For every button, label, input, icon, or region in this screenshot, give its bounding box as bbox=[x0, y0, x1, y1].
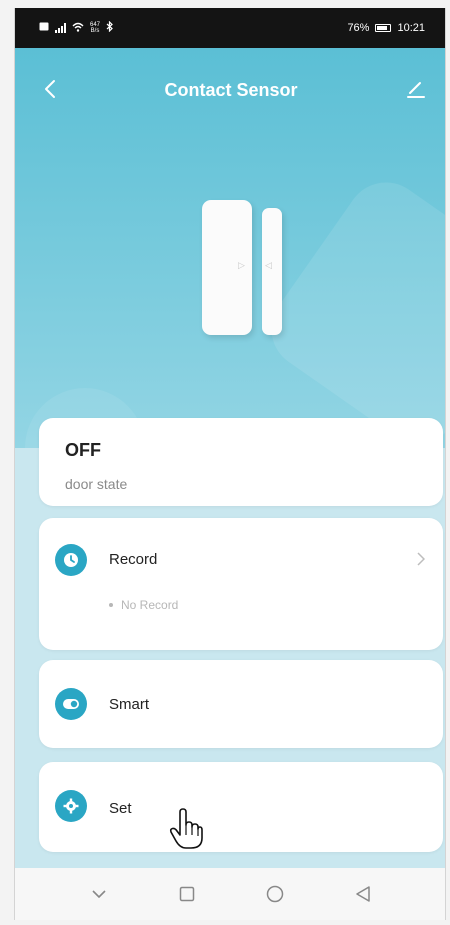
clock-time: 10:21 bbox=[397, 22, 425, 34]
nav-collapse-button[interactable] bbox=[86, 881, 112, 907]
chevron-right-icon bbox=[417, 552, 426, 571]
hand-cursor-icon bbox=[169, 808, 203, 850]
notification-icon bbox=[39, 22, 49, 34]
system-nav-bar bbox=[15, 868, 445, 920]
top-nav-bar: Contact Sensor bbox=[15, 48, 445, 130]
hero-decoration bbox=[255, 166, 445, 448]
battery-icon bbox=[375, 24, 392, 32]
page-title: Contact Sensor bbox=[164, 79, 298, 100]
chevron-left-icon bbox=[45, 80, 55, 98]
toggle-icon bbox=[55, 688, 87, 720]
back-button[interactable] bbox=[37, 76, 63, 102]
sensor-main-body: ▷ bbox=[202, 200, 252, 335]
door-state-card: OFF door state bbox=[39, 418, 443, 506]
device-hero: Contact Sensor ▷ ◁ bbox=[15, 48, 445, 448]
door-state-label: door state bbox=[65, 476, 128, 492]
square-icon bbox=[179, 886, 195, 902]
phone-screen: 647 B/s 76% 10:21 Contact Sensor ▷ ◁ OFF… bbox=[14, 8, 446, 920]
contact-sensor-image: ▷ ◁ bbox=[202, 200, 282, 335]
bluetooth-icon bbox=[106, 20, 114, 35]
bullet-dot bbox=[109, 603, 113, 607]
screenshot-frame: 647 B/s 76% 10:21 Contact Sensor ▷ ◁ OFF… bbox=[0, 0, 450, 925]
smart-label: Smart bbox=[109, 696, 150, 713]
edit-button[interactable] bbox=[403, 76, 429, 102]
set-label: Set bbox=[109, 800, 132, 817]
battery-percent: 76% bbox=[347, 22, 370, 34]
nav-home-button[interactable] bbox=[262, 881, 288, 907]
cellular-signal-icon bbox=[55, 23, 66, 33]
sensor-mark: ◁ bbox=[265, 260, 272, 270]
triangle-back-icon bbox=[356, 886, 370, 902]
status-left: 647 B/s bbox=[39, 20, 114, 35]
chevron-down-icon bbox=[92, 890, 106, 898]
clock-icon bbox=[55, 544, 87, 576]
set-card[interactable]: Set bbox=[39, 762, 443, 852]
sensor-magnet: ◁ bbox=[262, 208, 282, 335]
smart-card[interactable]: Smart bbox=[39, 660, 443, 748]
record-empty-text: No Record bbox=[121, 598, 179, 612]
record-card[interactable]: Record No Record bbox=[39, 518, 443, 650]
gear-icon bbox=[55, 790, 87, 822]
wifi-icon bbox=[72, 22, 84, 35]
pencil-icon bbox=[407, 82, 425, 98]
network-speed: 647 B/s bbox=[90, 22, 100, 34]
sensor-mark: ▷ bbox=[238, 260, 245, 270]
record-empty-state: No Record bbox=[109, 598, 178, 612]
status-right: 76% 10:21 bbox=[347, 22, 425, 34]
nav-recents-button[interactable] bbox=[174, 881, 200, 907]
status-bar: 647 B/s 76% 10:21 bbox=[15, 8, 445, 48]
nav-back-button[interactable] bbox=[350, 881, 376, 907]
circle-icon bbox=[266, 885, 284, 903]
door-state-value: OFF bbox=[65, 440, 101, 460]
network-speed-unit: B/s bbox=[90, 28, 100, 34]
record-label: Record bbox=[109, 551, 158, 568]
